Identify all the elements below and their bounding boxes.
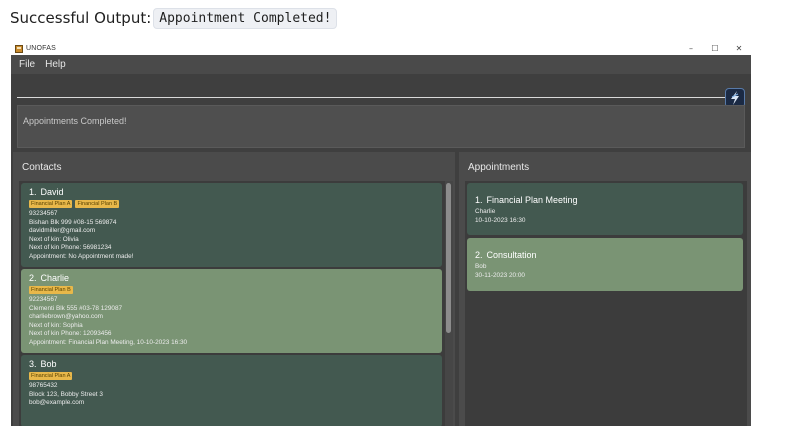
appointment-card[interactable]: 1. Financial Plan Meeting Charlie 10-10-…: [467, 183, 743, 235]
menu-help[interactable]: Help: [45, 59, 66, 70]
contact-appointment: Appointment: No Appointment made!: [29, 252, 134, 260]
lightning-icon: [731, 91, 739, 105]
contact-phone: 98765432: [29, 382, 58, 389]
output-caption: Successful Output: Appointment Completed…: [10, 7, 338, 29]
contact-tags: Financial Plan A Financial Plan B: [29, 200, 434, 208]
close-button[interactable]: ✕: [727, 42, 751, 55]
caption-label: Successful Output:: [10, 9, 152, 27]
contact-nok: Next of kin: Sophia: [29, 321, 83, 329]
appointments-list: 1. Financial Plan Meeting Charlie 10-10-…: [465, 181, 747, 426]
contact-tags: Financial Plan B: [29, 286, 434, 294]
contact-phone: 93234567: [29, 210, 58, 217]
window-controls: – ☐ ✕: [679, 42, 751, 55]
contact-index: 2.: [29, 273, 37, 283]
contacts-panel: Contacts 1. David Financial Plan A Finan…: [13, 152, 455, 426]
contact-index: 3.: [29, 359, 37, 369]
result-display: Appointments Completed!: [17, 105, 745, 148]
result-text: Appointments Completed!: [23, 116, 127, 126]
appointment-index: 1.: [475, 195, 483, 205]
menu-file[interactable]: File: [19, 59, 35, 70]
contact-phone: 92234567: [29, 296, 58, 303]
contact-name: Charlie: [40, 273, 70, 283]
command-input[interactable]: [17, 78, 725, 98]
appointment-title: Financial Plan Meeting: [486, 195, 578, 205]
contact-name-row: 1. David: [29, 187, 434, 197]
contact-address: Bishan Blk 999 #08-15 569874: [29, 218, 117, 226]
appointment-card-selected[interactable]: 2. Consultation Bob 30-11-2023 20:00: [467, 238, 743, 291]
contact-nok-phone: Next of kin Phone: 12093456: [29, 330, 112, 338]
scrollbar-thumb[interactable]: [446, 183, 451, 333]
contact-name: David: [40, 187, 64, 197]
contact-address: Block 123, Bobby Street 3: [29, 390, 103, 398]
contact-email: davidmiller@gmail.com: [29, 227, 96, 235]
appointment-index: 2.: [475, 250, 483, 260]
tag-badge: Financial Plan A: [29, 372, 73, 380]
tag-badge: Financial Plan A: [29, 200, 73, 208]
appointments-panel: Appointments 1. Financial Plan Meeting C…: [459, 152, 751, 426]
tag-badge: Financial Plan B: [75, 200, 120, 208]
contacts-header: Contacts: [22, 162, 62, 173]
contact-name-row: 2. Charlie: [29, 273, 434, 283]
maximize-button[interactable]: ☐: [703, 42, 727, 55]
contact-appointment: Appointment: Financial Plan Meeting, 10-…: [29, 338, 188, 346]
contact-name-row: 3. Bob: [29, 359, 434, 369]
contact-tags: Financial Plan A: [29, 372, 434, 380]
appointment-datetime: 10-10-2023 16:30: [475, 216, 526, 224]
app-logo-icon: [15, 44, 23, 53]
minimize-button[interactable]: –: [679, 42, 703, 55]
contacts-scrollbar[interactable]: [445, 181, 453, 426]
contacts-list: 1. David Financial Plan A Financial Plan…: [19, 181, 451, 426]
contact-card-selected[interactable]: 2. Charlie Financial Plan B 92234567 Cle…: [21, 269, 442, 353]
appointment-datetime: 30-11-2023 20:00: [475, 271, 525, 279]
contact-card[interactable]: 3. Bob Financial Plan A 98765432 Block 1…: [21, 355, 442, 426]
window-title: UNOFAS: [26, 45, 56, 52]
contact-email: charliebrown@yahoo.com: [29, 313, 103, 321]
title-bar: UNOFAS – ☐ ✕: [11, 42, 751, 55]
tag-badge: Financial Plan B: [29, 286, 73, 294]
contact-nok: Next of kin: Olivia: [29, 235, 79, 243]
contact-card[interactable]: 1. David Financial Plan A Financial Plan…: [21, 183, 442, 267]
appointments-header: Appointments: [468, 162, 530, 173]
app-window: UNOFAS – ☐ ✕ File Help Appointments Comp…: [11, 42, 751, 426]
appointment-person: Bob: [475, 263, 487, 270]
caption-code: Appointment Completed!: [153, 7, 338, 29]
contact-nok-phone: Next of kin Phone: 56981234: [29, 244, 112, 252]
appointment-title: Consultation: [486, 250, 537, 260]
menu-bar: File Help: [11, 55, 751, 74]
contact-index: 1.: [29, 187, 37, 197]
contact-email: bob@example.com: [29, 399, 85, 407]
appointment-title-row: 2. Consultation: [475, 250, 735, 260]
appointment-person: Charlie: [475, 208, 496, 215]
contact-address: Clementi Blk 555 #03-78 129087: [29, 304, 123, 312]
appointment-title-row: 1. Financial Plan Meeting: [475, 195, 735, 205]
contact-name: Bob: [40, 359, 57, 369]
